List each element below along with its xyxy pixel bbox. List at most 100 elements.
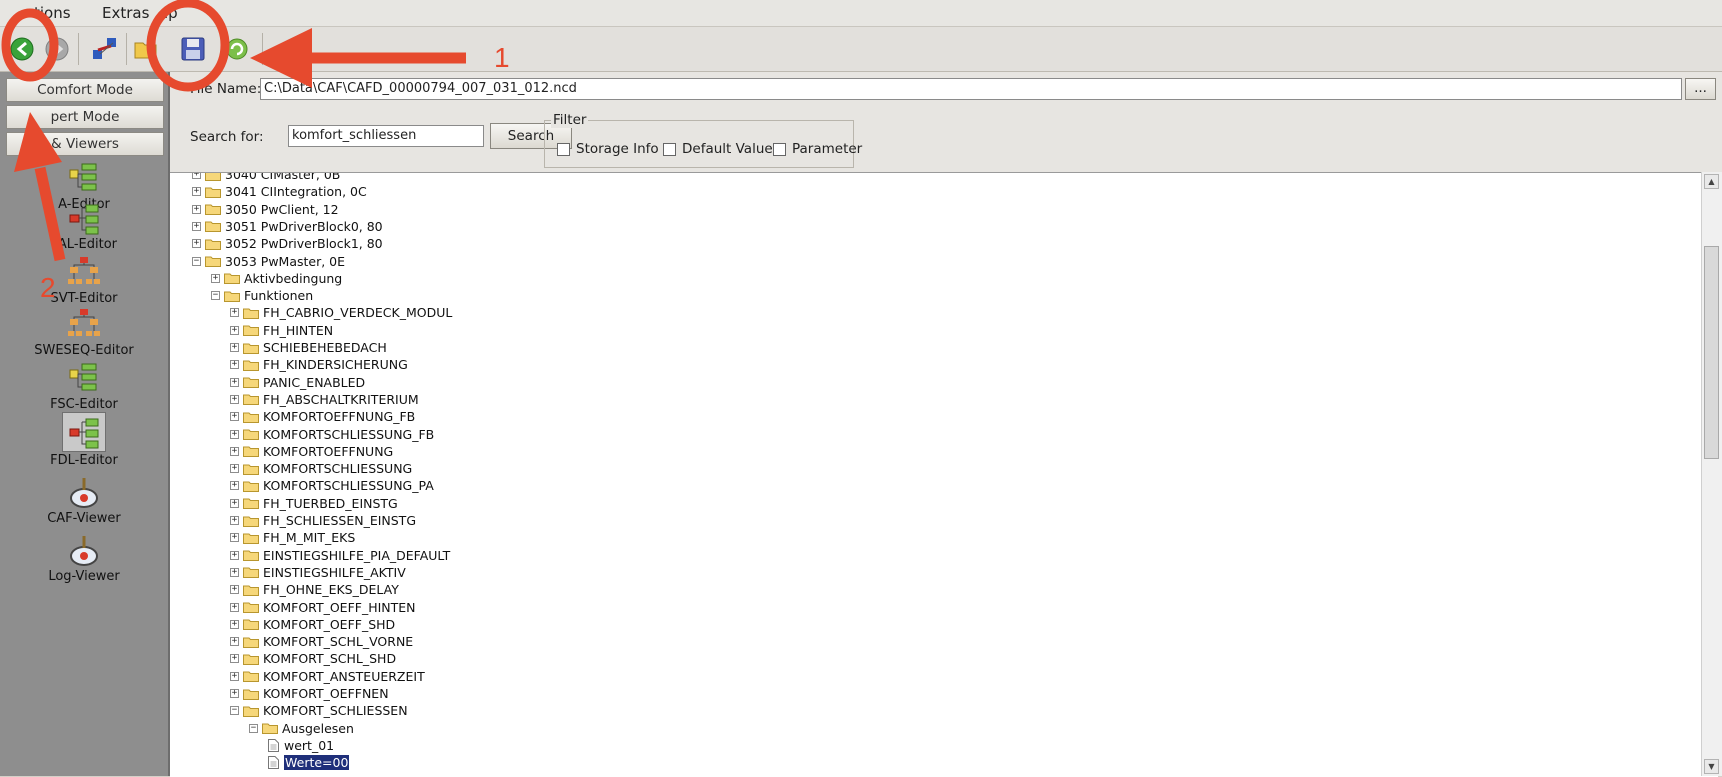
expand-icon[interactable]: + xyxy=(230,377,239,387)
tree-node[interactable]: + FH_KINDERSICHERUNG xyxy=(230,357,408,372)
expand-icon[interactable]: + xyxy=(230,412,239,422)
expand-icon[interactable]: + xyxy=(230,654,239,664)
expand-icon[interactable]: + xyxy=(230,637,239,647)
tree-node[interactable]: + PANIC_ENABLED xyxy=(230,375,365,390)
collapse-icon[interactable]: − xyxy=(192,256,201,266)
default-values-checkbox[interactable]: Default Values xyxy=(663,141,780,157)
expand-icon[interactable]: + xyxy=(230,308,239,318)
tree-node[interactable]: +3050 PwClient, 12 xyxy=(192,202,339,217)
tree-node[interactable]: + KOMFORTOEFFNUNG_FB xyxy=(230,409,415,424)
sidebar-item-fdl-editor[interactable]: FDL-Editor xyxy=(0,412,168,468)
menu-extras[interactable]: Extras xyxy=(102,4,149,22)
expand-icon[interactable]: + xyxy=(230,343,239,352)
folder-icon xyxy=(243,705,263,717)
expand-icon[interactable]: + xyxy=(230,325,239,335)
expand-icon[interactable]: + xyxy=(230,671,239,681)
expand-icon[interactable]: + xyxy=(230,689,239,698)
expand-icon[interactable]: + xyxy=(230,516,239,525)
tree-node[interactable]: wert_01 xyxy=(268,738,334,753)
collapse-icon[interactable]: − xyxy=(230,706,239,716)
open-folder-icon[interactable] xyxy=(132,34,162,64)
comfort-mode-button[interactable]: Comfort Mode xyxy=(6,78,164,102)
tree-node[interactable]: +3040 CIMaster, 0B xyxy=(192,173,340,182)
tree-node[interactable]: + EINSTIEGSHILFE_PIA_DEFAULT xyxy=(230,548,450,563)
expand-icon[interactable]: + xyxy=(192,221,201,231)
expand-icon[interactable]: + xyxy=(230,429,239,439)
browse-button[interactable]: ... xyxy=(1685,78,1716,100)
sidebar-item-svt-editor[interactable]: SVT-Editor xyxy=(0,256,168,306)
tree-node[interactable]: + KOMFORT_OEFF_SHD xyxy=(230,617,395,632)
tree-view[interactable]: +3040 CIMaster, 0B +3041 CIIntegration, 0… xyxy=(170,172,1718,777)
tree-node[interactable]: + KOMFORT_SCHL_VORNE xyxy=(230,634,413,649)
tree-node[interactable]: +3052 PwDriverBlock1, 80 xyxy=(192,236,383,251)
tree-node[interactable]: + Aktivbedingung xyxy=(211,271,342,286)
editors-viewers-button[interactable]: & Viewers xyxy=(6,132,164,156)
file-name-field[interactable]: C:\Data\CAF\CAFD_00000794_007_031_012.nc… xyxy=(260,78,1682,100)
expand-icon[interactable]: + xyxy=(192,187,201,197)
expand-icon[interactable]: + xyxy=(230,481,239,491)
tree-node[interactable]: + KOMFORTSCHLIESSUNG_PA xyxy=(230,478,434,493)
sidebar-item-tal-editor[interactable]: TAL-Editor xyxy=(0,202,168,252)
refresh-icon[interactable] xyxy=(222,34,252,64)
tree-node[interactable]: + EINSTIEGSHILFE_AKTIV xyxy=(230,565,406,580)
tree-node[interactable]: − KOMFORT_SCHLIESSEN xyxy=(230,703,408,718)
connect-icon[interactable] xyxy=(90,34,120,64)
folder-icon xyxy=(224,290,244,302)
tree-node[interactable]: +3051 PwDriverBlock0, 80 xyxy=(192,219,383,234)
tree-node[interactable]: + KOMFORT_SCHL_SHD xyxy=(230,651,396,666)
menu-help[interactable]: lp xyxy=(164,4,178,22)
scroll-up-icon[interactable]: ▲ xyxy=(1704,174,1719,189)
tree-node[interactable]: + KOMFORTOEFFNUNG xyxy=(230,444,393,459)
tree-node[interactable]: + FH_CABRIO_VERDECK_MODUL xyxy=(230,305,452,320)
expand-icon[interactable]: + xyxy=(230,567,239,577)
tree-node[interactable]: + FH_ABSCHALTKRITERIUM xyxy=(230,392,419,407)
tree-node[interactable]: − 3053 PwMaster, 0E xyxy=(192,254,345,269)
tree-node[interactable]: + FH_SCHLIESSEN_EINSTG xyxy=(230,513,416,528)
expert-mode-button[interactable]: pert Mode xyxy=(6,105,164,129)
expand-icon[interactable]: + xyxy=(230,533,239,543)
sidebar-item-fsc-editor[interactable]: FSC-Editor xyxy=(0,362,168,412)
expand-icon[interactable]: + xyxy=(230,602,239,612)
tree-node[interactable]: + KOMFORT_OEFFNEN xyxy=(230,686,389,701)
expand-icon[interactable]: + xyxy=(192,204,201,214)
save-icon[interactable] xyxy=(178,34,208,64)
search-input[interactable]: komfort_schliessen xyxy=(288,125,484,147)
sidebar-item-sweseq-editor[interactable]: SWESEQ-Editor xyxy=(0,308,168,358)
tree-node[interactable]: + FH_OHNE_EKS_DELAY xyxy=(230,582,399,597)
scroll-down-icon[interactable]: ▼ xyxy=(1704,759,1719,774)
storage-info-checkbox[interactable]: Storage Info xyxy=(557,141,659,157)
sidebar-item-log-viewer[interactable]: Log-Viewer xyxy=(0,534,168,584)
expand-icon[interactable]: + xyxy=(230,498,239,508)
tree-node[interactable]: Werte=00 xyxy=(268,755,350,771)
parameter-checkbox[interactable]: Parameter xyxy=(773,141,862,157)
expand-icon[interactable]: + xyxy=(192,239,201,249)
scrollbar-thumb[interactable] xyxy=(1704,246,1719,459)
tree-node[interactable]: + KOMFORT_OEFF_HINTEN xyxy=(230,600,416,615)
expand-icon[interactable]: + xyxy=(230,446,239,456)
tree-node[interactable]: − Ausgelesen xyxy=(249,721,354,736)
collapse-icon[interactable]: − xyxy=(249,723,258,733)
tree-node[interactable]: + FH_TUERBED_EINSTG xyxy=(230,496,398,511)
expand-icon[interactable]: + xyxy=(230,585,239,595)
sidebar-item-caf-viewer[interactable]: CAF-Viewer xyxy=(0,476,168,526)
tree-node[interactable]: + KOMFORTSCHLIESSUNG xyxy=(230,461,412,476)
tree-node[interactable]: + SCHIEBEHEBEDACH xyxy=(230,340,387,355)
expand-icon[interactable]: + xyxy=(211,273,220,283)
tree-node[interactable]: + FH_M_MIT_EKS xyxy=(230,530,355,545)
menu-options[interactable]: tions xyxy=(34,4,71,22)
tree-node[interactable]: + KOMFORTSCHLIESSUNG_FB xyxy=(230,427,434,442)
tree-node[interactable]: − Funktionen xyxy=(211,288,313,303)
forward-icon[interactable] xyxy=(42,34,72,64)
expand-icon[interactable]: + xyxy=(192,173,201,179)
back-icon[interactable] xyxy=(8,34,38,64)
tree-node[interactable]: + KOMFORT_ANSTEUERZEIT xyxy=(230,669,425,684)
expand-icon[interactable]: + xyxy=(230,394,239,404)
expand-icon[interactable]: + xyxy=(230,360,239,370)
tree-node[interactable]: + FH_HINTEN xyxy=(230,323,333,338)
expand-icon[interactable]: + xyxy=(230,550,239,560)
vertical-scrollbar[interactable]: ▲ ▼ xyxy=(1701,172,1722,776)
collapse-icon[interactable]: − xyxy=(211,291,220,301)
tree-node[interactable]: +3041 CIIntegration, 0C xyxy=(192,184,367,199)
expand-icon[interactable]: + xyxy=(230,464,239,474)
expand-icon[interactable]: + xyxy=(230,619,239,629)
